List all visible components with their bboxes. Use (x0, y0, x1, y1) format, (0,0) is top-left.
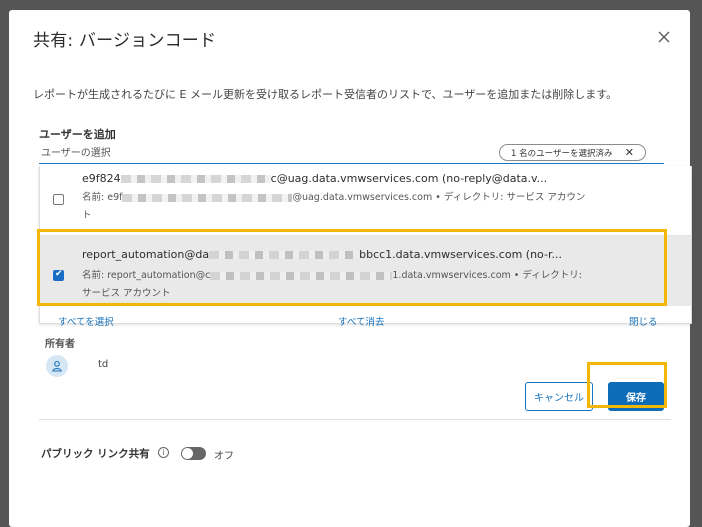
cancel-button[interactable]: キャンセル (525, 382, 593, 411)
dialog-title: 共有: バージョンコード (33, 31, 217, 51)
user-2-email: report_automation@da bbcc1.data.vmwservic… (82, 248, 562, 261)
public-link-state: オフ (214, 451, 234, 462)
info-icon[interactable]: i (158, 447, 169, 458)
user-1-checkbox[interactable] (53, 194, 64, 205)
redacted-block (122, 193, 293, 202)
redacted-block (210, 271, 393, 280)
public-link-toggle[interactable] (181, 447, 206, 460)
user-1-detail: 名前: e9f @uag.data.vmwservices.com • ディレクト… (82, 192, 586, 221)
public-link-label: パブリック リンク共有 (41, 448, 150, 460)
checkmark-icon: ✔ (55, 269, 63, 279)
toggle-knob (182, 448, 193, 459)
select-all-link[interactable]: すべてを選択 (58, 314, 114, 328)
owner-name: td (98, 359, 109, 370)
save-button[interactable]: 保存 (608, 382, 664, 411)
clear-all-link[interactable]: すべて消去 (338, 314, 384, 328)
list-item-user-2[interactable]: ✔ report_automation@da bbcc1.data.vmwserv… (40, 236, 691, 306)
user-select-row: 1 名のユーザーを選択済み ✕ (39, 144, 664, 164)
share-dialog: 共有: バージョンコード レポートが生成されるたびに E メール更新を受け取るレ… (9, 10, 692, 527)
close-icon[interactable] (657, 30, 671, 44)
user-icon (52, 360, 62, 372)
user-2-checkbox[interactable]: ✔ (53, 269, 64, 281)
user-1-email: e9f824 c@uag.data.vmwservices.com (no-rep… (82, 172, 548, 185)
selected-users-chip-label: 1 名のユーザーを選択済み (511, 148, 613, 159)
divider (39, 419, 671, 420)
user-select-input[interactable] (39, 144, 469, 163)
redacted-block (209, 251, 360, 259)
add-user-label: ユーザーを追加 (39, 128, 116, 141)
dialog-description: レポートが生成されるたびに E メール更新を受け取るレポート受信者のリストで、ユ… (33, 88, 618, 101)
avatar (46, 355, 68, 377)
chip-clear-icon[interactable]: ✕ (625, 146, 634, 159)
dropdown-footer: すべてを選択 すべて消去 閉じる (40, 314, 691, 328)
redacted-block (120, 175, 271, 183)
list-item-user-1[interactable]: e9f824 c@uag.data.vmwservices.com (no-rep… (40, 166, 691, 236)
user-dropdown-list: e9f824 c@uag.data.vmwservices.com (no-rep… (39, 166, 692, 328)
user-2-detail: 名前: report_automation@c 1.data.vmwservice… (82, 270, 582, 299)
close-dropdown-link[interactable]: 閉じる (629, 314, 658, 328)
owner-label: 所有者 (45, 339, 75, 350)
selected-users-chip[interactable]: 1 名のユーザーを選択済み ✕ (499, 144, 646, 161)
